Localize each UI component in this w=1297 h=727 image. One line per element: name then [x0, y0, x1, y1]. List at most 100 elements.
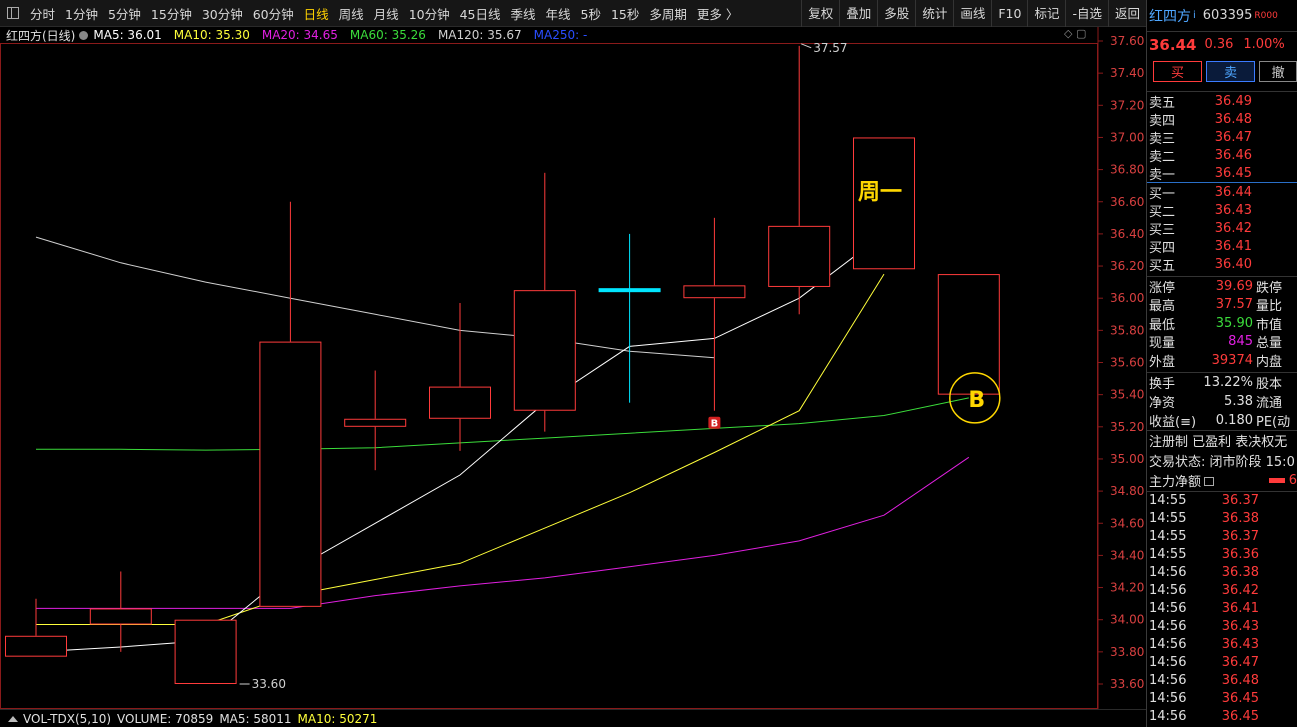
main-flow-row: 主力净额 6 — [1147, 471, 1297, 491]
candle-body — [174, 619, 237, 685]
ma60-line — [36, 397, 969, 451]
flow-detail-icon[interactable] — [1204, 477, 1215, 486]
tick-time: 14:56 — [1149, 691, 1187, 706]
tool-button-1[interactable]: 叠加 — [839, 0, 877, 27]
tick-price: 36.38 — [1221, 565, 1259, 580]
bid-label: 买一 — [1149, 186, 1176, 202]
ma120-line — [35, 236, 715, 359]
tick-time: 14:56 — [1149, 637, 1187, 652]
order-book: 卖五 36.49 卖四 36.48 卖三 36.47 卖二 36.46 卖一 36.45 买一 36.… — [1147, 91, 1297, 274]
bid-row-0[interactable]: 买一 36.44 — [1147, 183, 1297, 202]
quote-stats-2: 换手 13.22% 股本 净资 5.38 流通 收益(≡) 0.180 PE(动 — [1147, 371, 1297, 430]
stat2-value: 13.22% — [1203, 374, 1253, 390]
tool-button-6[interactable]: 标记 — [1027, 0, 1065, 27]
tick-price: 36.36 — [1221, 547, 1259, 562]
bid-row-3[interactable]: 买四 36.41 — [1147, 237, 1297, 256]
tick-row: 14:56 36.47 — [1147, 654, 1297, 672]
candle-body — [683, 285, 746, 299]
period-tab-2[interactable]: 5分钟 — [103, 4, 146, 23]
collapse-arrow-icon[interactable] — [8, 715, 18, 722]
y-tick-label: 33.60 — [1110, 677, 1144, 691]
y-tick-label: 36.60 — [1110, 195, 1144, 209]
tick-row: 14:56 36.42 — [1147, 582, 1297, 600]
stat2-label: 收益(≡) — [1149, 414, 1197, 430]
stock-name-suffix: i — [1193, 10, 1196, 21]
volume-legend-bar: VOL-TDX(5,10) VOLUME: 70859 MA5: 58011 M… — [0, 709, 1146, 727]
annotation-marker: B — [968, 388, 985, 413]
tick-price: 36.48 — [1221, 673, 1259, 688]
tool-button-2[interactable]: 多股 — [877, 0, 915, 27]
buy-button[interactable]: 买 — [1153, 60, 1203, 82]
candle-body — [89, 608, 152, 625]
bid-row-1[interactable]: 买二 36.43 — [1147, 201, 1297, 220]
tool-button-4[interactable]: 画线 — [953, 0, 991, 27]
tool-button-7[interactable]: -自选 — [1065, 0, 1108, 27]
period-tab-0[interactable]: 分时 — [25, 4, 60, 23]
period-tab-6[interactable]: 日线 — [299, 4, 334, 23]
y-tick-label: 35.60 — [1110, 356, 1144, 370]
stock-name[interactable]: 红四方 — [1149, 6, 1191, 26]
tick-time: 14:55 — [1149, 529, 1187, 544]
sell-button[interactable]: 卖 — [1206, 60, 1256, 82]
tool-button-8[interactable]: 返回 — [1107, 0, 1146, 27]
stat-value: 845 — [1228, 334, 1253, 350]
tick-time: 14:56 — [1149, 565, 1187, 580]
period-tab-16[interactable]: 更多 〉 — [692, 4, 743, 23]
period-tab-1[interactable]: 1分钟 — [60, 4, 103, 23]
candle-body — [5, 635, 67, 657]
stat-value: 37.57 — [1215, 297, 1253, 313]
flow-bar — [1268, 478, 1285, 483]
tick-row: 14:56 36.45 — [1147, 690, 1297, 708]
period-tab-4[interactable]: 30分钟 — [197, 4, 248, 23]
period-tab-7[interactable]: 周线 — [334, 4, 369, 23]
ask-row-4[interactable]: 卖一 36.45 — [1147, 164, 1297, 183]
tool-button-0[interactable]: 复权 — [801, 0, 839, 27]
cancel-order-button[interactable]: 撤 — [1259, 60, 1297, 82]
tick-time: 14:56 — [1149, 673, 1187, 688]
period-tab-12[interactable]: 年线 — [541, 4, 576, 23]
candle-body — [344, 418, 407, 427]
candle-body — [259, 341, 322, 607]
tick-row: 14:55 36.37 — [1147, 492, 1297, 510]
period-tab-13[interactable]: 5秒 — [576, 4, 606, 23]
bid-row-2[interactable]: 买三 36.42 — [1147, 219, 1297, 238]
ask-row-1[interactable]: 卖四 36.48 — [1147, 110, 1297, 129]
stat-label: 现量 — [1149, 336, 1176, 352]
tick-time: 14:56 — [1149, 583, 1187, 598]
period-tab-10[interactable]: 45日线 — [455, 4, 506, 23]
ask-price: 36.48 — [1214, 111, 1252, 127]
tool-button-3[interactable]: 统计 — [915, 0, 953, 27]
stat-label-2: 总量 — [1256, 336, 1283, 352]
ask-row-2[interactable]: 卖三 36.47 — [1147, 128, 1297, 147]
candle-body — [513, 290, 576, 411]
ask-row-3[interactable]: 卖二 36.46 — [1147, 146, 1297, 165]
ask-label: 卖一 — [1149, 167, 1176, 183]
kline-chart[interactable]: 33.60 33.80 34.00 34.20 34.40 34.60 34.80 35.00… — [0, 27, 1146, 709]
bid-row-4[interactable]: 买五 36.40 — [1147, 255, 1297, 274]
ask-price: 36.46 — [1214, 147, 1252, 163]
period-tab-14[interactable]: 15秒 — [606, 4, 644, 23]
stat-label-2: 内盘 — [1256, 354, 1283, 370]
window-layout-icon[interactable] — [7, 7, 19, 19]
ask-row-0[interactable]: 卖五 36.49 — [1147, 92, 1297, 111]
tick-time: 14:56 — [1149, 601, 1187, 616]
period-tab-8[interactable]: 月线 — [369, 4, 404, 23]
stat2-label: 净资 — [1149, 395, 1176, 411]
stat-row-3: 现量 845 总量 — [1147, 333, 1297, 352]
tool-button-5[interactable]: F10 — [991, 0, 1027, 27]
tick-time: 14:56 — [1149, 655, 1187, 670]
tick-list[interactable]: 14:55 36.37 14:55 36.38 14:55 36.37 14:55 36.36… — [1147, 490, 1297, 726]
period-tab-15[interactable]: 多周期 — [644, 4, 692, 23]
stat-label-2: 量比 — [1256, 299, 1283, 315]
period-tab-9[interactable]: 10分钟 — [404, 4, 455, 23]
tick-price: 36.43 — [1221, 619, 1259, 634]
period-tab-3[interactable]: 15分钟 — [146, 4, 197, 23]
stat-row-0: 涨停 39.69 跌停 — [1147, 277, 1297, 296]
signal-marker-text: B — [711, 419, 719, 430]
period-tab-11[interactable]: 季线 — [506, 4, 541, 23]
stat-label: 涨停 — [1149, 280, 1176, 296]
tick-time: 14:56 — [1149, 709, 1187, 724]
period-tab-5[interactable]: 60分钟 — [248, 4, 299, 23]
vol-title: VOL-TDX(5,10) — [23, 711, 112, 726]
bid-price: 36.43 — [1214, 202, 1252, 218]
